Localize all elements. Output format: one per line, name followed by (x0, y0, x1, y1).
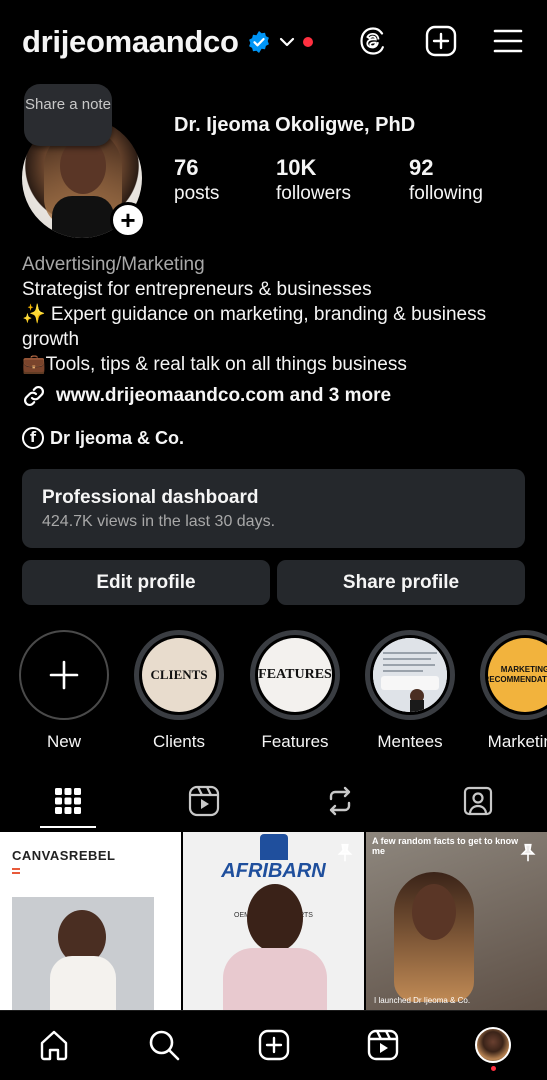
highlight-mentees[interactable]: Mentees (364, 630, 456, 752)
facebook-page-name: Dr Ijeoma & Co. (50, 427, 185, 448)
highlight-cover (373, 638, 447, 712)
notification-dot (491, 1066, 496, 1071)
facebook-icon: f (22, 427, 44, 449)
post-overlay-text: CANVASREBEL (12, 848, 116, 863)
threads-icon[interactable] (356, 24, 390, 58)
notification-dot (302, 37, 313, 47)
edit-profile-button[interactable]: Edit profile (22, 560, 270, 605)
highlight-cover: CLIENTS (142, 638, 216, 712)
nav-home[interactable] (34, 1025, 74, 1065)
tab-reels[interactable] (174, 778, 234, 824)
full-name: Dr. Ijeoma Okoligwe, PhD (174, 114, 416, 136)
bio: Advertising/Marketing Strategist for ent… (22, 252, 532, 377)
repost-icon (329, 786, 351, 816)
reels-icon (188, 785, 220, 817)
profile-avatar-icon (475, 1027, 511, 1063)
menu-icon[interactable] (491, 24, 525, 58)
nav-reels[interactable] (363, 1025, 403, 1065)
search-icon (149, 1030, 180, 1061)
highlight-label: New (46, 732, 81, 751)
verified-badge-icon (248, 31, 269, 53)
highlight-clients[interactable]: CLIENTS Clients (133, 630, 225, 752)
profile-tabs (0, 778, 547, 830)
add-story-button[interactable]: + (110, 202, 146, 238)
profile-header: drijeomaandco (0, 0, 547, 86)
highlight-label: Clients (153, 732, 205, 751)
nav-search[interactable] (144, 1025, 184, 1065)
bio-line: ✨ Expert guidance on marketing, branding… (22, 304, 487, 350)
create-post-icon[interactable] (424, 24, 458, 58)
post-tile[interactable]: A few random facts to get to know me I l… (366, 832, 547, 1010)
share-note-bubble[interactable]: Share a note (24, 84, 112, 146)
post-caption: I launched Dr Ijeoma & Co. (374, 996, 471, 1005)
facebook-link[interactable]: f Dr Ijeoma & Co. (22, 427, 184, 449)
tagged-icon (463, 786, 493, 816)
grid-icon (55, 788, 81, 814)
category-label: Advertising/Marketing (22, 254, 205, 275)
link-text: www.drijeomaandco.com and 3 more (56, 385, 392, 406)
bio-line: 💼Tools, tips & real talk on all things b… (22, 354, 407, 375)
pin-icon (337, 843, 353, 862)
bio-line: Strategist for entrepreneurs & businesse… (22, 279, 372, 300)
highlight-new[interactable]: New (18, 630, 110, 752)
followers-count[interactable]: 10K followers (276, 155, 351, 205)
post-overlay-text: A few random facts to get to know me (372, 836, 519, 856)
home-icon (40, 1030, 68, 1061)
link-icon (23, 385, 45, 407)
pin-icon (520, 843, 536, 862)
post-tile[interactable]: CANVASREBEL (0, 832, 181, 1010)
bottom-navigation (0, 1010, 547, 1080)
reels-icon (367, 1029, 399, 1061)
highlight-label: Mentees (377, 732, 443, 751)
highlight-features[interactable]: FEATURES Features (249, 630, 341, 752)
account-switcher[interactable]: drijeomaandco (22, 24, 313, 60)
document-thumbnail-icon (373, 638, 447, 712)
share-profile-button[interactable]: Share profile (277, 560, 525, 605)
nav-create[interactable] (254, 1025, 294, 1065)
tab-reposts[interactable] (310, 778, 370, 824)
post-tile[interactable]: AFRIBARN OEM & QUALITY PARTS (183, 832, 364, 1010)
pin-icon (154, 843, 170, 862)
posts-count[interactable]: 76 posts (174, 155, 219, 205)
tab-tagged[interactable] (448, 778, 508, 824)
active-tab-indicator (40, 826, 96, 828)
create-icon (258, 1029, 290, 1061)
following-count[interactable]: 92 following (409, 155, 483, 205)
posts-grid: CANVASREBEL AFRIBARN OEM & QUALITY PARTS… (0, 832, 547, 1010)
dashboard-title: Professional dashboard (42, 487, 259, 508)
tab-grid[interactable] (38, 778, 98, 824)
highlight-label: Features (261, 732, 329, 751)
highlight-marketing[interactable]: MARKETING RECOMMENDATIONS Marketing (479, 630, 547, 752)
dashboard-subtitle: 424.7K views in the last 30 days. (42, 513, 276, 530)
nav-profile[interactable] (473, 1025, 513, 1065)
plus-icon (49, 660, 79, 690)
professional-dashboard[interactable]: Professional dashboard 424.7K views in t… (22, 469, 525, 548)
highlight-cover: MARKETING RECOMMENDATIONS (488, 638, 547, 712)
highlight-label: Marketing (487, 732, 547, 751)
bio-link[interactable]: www.drijeomaandco.com and 3 more (22, 384, 391, 408)
chevron-down-icon (279, 37, 294, 47)
highlight-cover: FEATURES (258, 638, 332, 712)
username: drijeomaandco (22, 24, 239, 59)
